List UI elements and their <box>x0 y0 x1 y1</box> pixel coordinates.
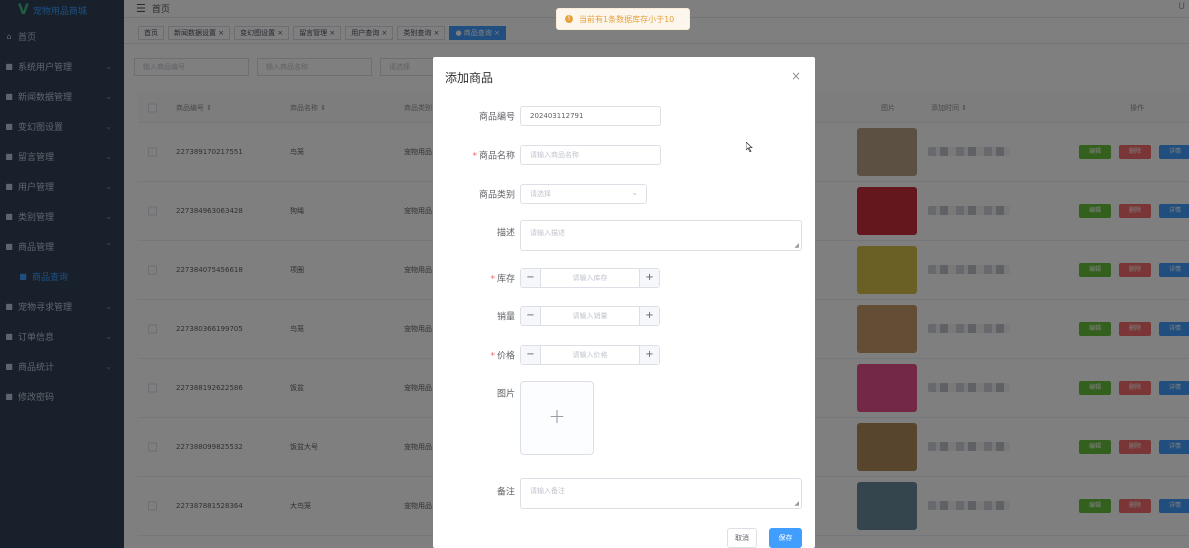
category-label: 商品类别 <box>478 190 515 201</box>
decrease-button[interactable]: − <box>521 346 541 364</box>
sales-label: 销量 <box>496 312 515 323</box>
code-label: 商品编号 <box>478 112 515 123</box>
increase-button[interactable]: + <box>639 307 659 325</box>
required-mark: * <box>490 351 495 362</box>
form-item-desc: 描述 请输入描述 ◢ <box>433 220 815 251</box>
required-mark: * <box>472 151 477 162</box>
add-product-dialog: 添加商品 × 商品编号 202403112791 * 商品名称 请输入商品名称 商… <box>433 57 815 548</box>
remark-label: 备注 <box>496 487 515 498</box>
chevron-down-icon: ⌄ <box>631 188 638 197</box>
product-name-placeholder: 请输入商品名称 <box>530 151 579 159</box>
decrease-button[interactable]: − <box>521 269 541 287</box>
mouse-cursor-icon <box>746 142 753 152</box>
description-placeholder: 请输入描述 <box>530 229 565 237</box>
warning-icon: ! <box>565 15 573 23</box>
desc-label: 描述 <box>496 228 515 239</box>
stock-label: * 库存 <box>490 272 515 285</box>
cancel-button[interactable]: 取消 <box>727 528 757 548</box>
dialog-title: 添加商品 <box>445 71 494 85</box>
remark-placeholder: 请输入备注 <box>530 487 565 495</box>
form-item-sales: 销量 − 请输入销量 + <box>433 306 815 326</box>
form-item-stock: * 库存 − 请输入库存 + <box>433 268 815 288</box>
category-select[interactable]: 请选择 ⌄ <box>520 184 647 204</box>
description-textarea[interactable]: 请输入描述 ◢ <box>520 220 802 251</box>
image-uploader[interactable]: + <box>520 381 594 455</box>
increase-button[interactable]: + <box>639 346 659 364</box>
decrease-button[interactable]: − <box>521 307 541 325</box>
form-item-code: 商品编号 202403112791 <box>433 106 815 126</box>
form-item-price: * 价格 − 请输入价格 + <box>433 345 815 365</box>
remark-textarea[interactable]: 请输入备注 ◢ <box>520 478 802 509</box>
price-input[interactable]: 请输入价格 <box>541 350 639 360</box>
sales-stepper: − 请输入销量 + <box>520 306 660 326</box>
image-label: 图片 <box>496 389 515 400</box>
product-code-field[interactable]: 202403112791 <box>520 106 661 126</box>
stock-warning-notice: ! 当前有1条数据库存小于10 <box>556 8 690 30</box>
price-label-text: 价格 <box>496 351 515 362</box>
form-item-category: 商品类别 请选择 ⌄ <box>433 184 815 204</box>
resize-handle-icon[interactable]: ◢ <box>794 242 799 249</box>
notice-text: 当前有1条数据库存小于10 <box>579 14 675 24</box>
name-label: * 商品名称 <box>472 149 515 162</box>
save-button[interactable]: 保存 <box>769 528 802 548</box>
price-stepper: − 请输入价格 + <box>520 345 660 365</box>
plus-icon: + <box>548 404 566 428</box>
stock-input[interactable]: 请输入库存 <box>541 273 639 283</box>
product-name-field[interactable]: 请输入商品名称 <box>520 145 661 165</box>
form-item-remark: 备注 请输入备注 ◢ <box>433 478 815 509</box>
form-item-name: * 商品名称 请输入商品名称 <box>433 145 815 165</box>
name-label-text: 商品名称 <box>478 151 515 162</box>
required-mark: * <box>490 274 495 285</box>
stock-label-text: 库存 <box>496 274 515 285</box>
price-label: * 价格 <box>490 349 515 362</box>
increase-button[interactable]: + <box>639 269 659 287</box>
close-icon[interactable]: × <box>791 69 801 83</box>
stock-stepper: − 请输入库存 + <box>520 268 660 288</box>
form-item-image: 图片 <box>433 386 815 400</box>
sales-input[interactable]: 请输入销量 <box>541 311 639 321</box>
resize-handle-icon[interactable]: ◢ <box>794 500 799 507</box>
category-placeholder: 请选择 <box>530 190 551 198</box>
product-code-value: 202403112791 <box>530 112 584 120</box>
